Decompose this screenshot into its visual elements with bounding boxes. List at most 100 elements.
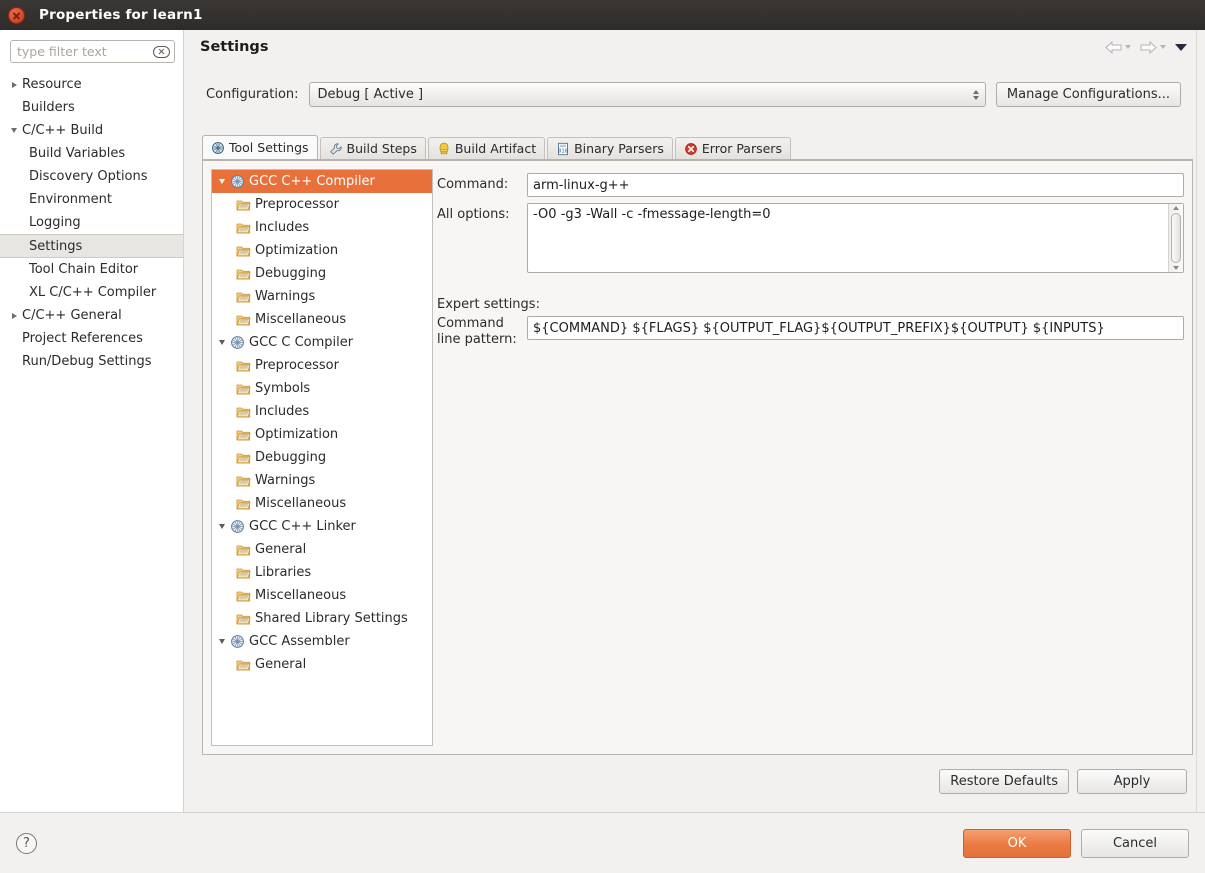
tool-tree-item-gcc-c-compiler[interactable]: GCC C++ Compiler bbox=[212, 170, 432, 193]
tool-tree-item-general[interactable]: General bbox=[212, 538, 432, 561]
chevron-right-icon[interactable] bbox=[6, 81, 22, 88]
settings-sidebar: type filter text Resource Builders C/C++ B… bbox=[0, 30, 184, 812]
tool-icon bbox=[231, 336, 244, 349]
option-icon bbox=[236, 430, 251, 441]
tool-tree-item-optimization[interactable]: Optimization bbox=[212, 239, 432, 262]
close-icon[interactable] bbox=[8, 6, 25, 24]
tool-tree-item-symbols[interactable]: Symbols bbox=[212, 377, 432, 400]
sidebar-item-label: Builders bbox=[22, 100, 75, 115]
tool-tree-item-miscellaneous[interactable]: Miscellaneous bbox=[212, 308, 432, 331]
chevron-right-icon[interactable] bbox=[6, 312, 22, 319]
all-options-label: All options: bbox=[437, 207, 510, 222]
chevron-down-icon bbox=[1160, 45, 1166, 49]
option-icon bbox=[236, 614, 251, 625]
scroll-up-icon[interactable] bbox=[1173, 206, 1179, 210]
command-pattern-label-line1: Command bbox=[437, 316, 504, 331]
tool-tree-item-gcc-c-compiler[interactable]: GCC C Compiler bbox=[212, 331, 432, 354]
tool-tree-item-label: GCC C++ Compiler bbox=[249, 174, 375, 189]
tool-tree-item-warnings[interactable]: Warnings bbox=[212, 469, 432, 492]
configuration-label: Configuration: bbox=[206, 87, 299, 102]
chevron-down-icon[interactable] bbox=[214, 340, 230, 345]
tool-tree-item-gcc-c-linker[interactable]: GCC C++ Linker bbox=[212, 515, 432, 538]
sidebar-item-c-c-build[interactable]: C/C++ Build bbox=[0, 119, 183, 142]
tool-tree-item-preprocessor[interactable]: Preprocessor bbox=[212, 354, 432, 377]
tab-label: Build Artifact bbox=[454, 141, 537, 156]
tool-tree-item-includes[interactable]: Includes bbox=[212, 400, 432, 423]
clear-icon[interactable] bbox=[153, 45, 170, 58]
forward-arrow-icon[interactable] bbox=[1140, 40, 1166, 54]
restore-defaults-button[interactable]: Restore Defaults bbox=[939, 769, 1069, 794]
scroll-down-icon[interactable] bbox=[1173, 266, 1179, 270]
tool-tree[interactable]: GCC C++ Compiler Preprocessor Includes Opti… bbox=[211, 169, 433, 746]
tool-tree-item-label: Symbols bbox=[255, 381, 311, 396]
command-input[interactable] bbox=[527, 173, 1184, 197]
sidebar-item-build-variables[interactable]: Build Variables bbox=[0, 142, 183, 165]
tool-tree-item-debugging[interactable]: Debugging bbox=[212, 446, 432, 469]
apply-button[interactable]: Apply bbox=[1077, 769, 1187, 794]
chevron-down-icon[interactable] bbox=[214, 179, 230, 184]
manage-configurations-button[interactable]: Manage Configurations... bbox=[995, 82, 1181, 107]
ok-button[interactable]: OK bbox=[963, 828, 1071, 858]
tool-tree-item-warnings[interactable]: Warnings bbox=[212, 285, 432, 308]
tool-tree-item-miscellaneous[interactable]: Miscellaneous bbox=[212, 492, 432, 515]
tool-tree-item-label: Optimization bbox=[255, 243, 339, 258]
page-scrollbar[interactable] bbox=[1196, 30, 1205, 812]
all-options-scrollbar[interactable] bbox=[1168, 204, 1183, 272]
tool-tree-item-preprocessor[interactable]: Preprocessor bbox=[212, 193, 432, 216]
tool-tree-item-miscellaneous[interactable]: Miscellaneous bbox=[212, 584, 432, 607]
tool-icon bbox=[231, 175, 244, 188]
tool-tree-item-label: Optimization bbox=[255, 427, 339, 442]
tool-tree-item-gcc-assembler[interactable]: GCC Assembler bbox=[212, 630, 432, 653]
tool-tree-item-shared-library-settings[interactable]: Shared Library Settings bbox=[212, 607, 432, 630]
view-menu-chevron-icon[interactable] bbox=[1175, 43, 1187, 51]
back-arrow-icon[interactable] bbox=[1105, 40, 1131, 54]
tool-tree-item-libraries[interactable]: Libraries bbox=[212, 561, 432, 584]
sidebar-item-label: Project References bbox=[22, 331, 143, 346]
command-pattern-label-line2: line pattern: bbox=[437, 332, 517, 348]
tool-settings-pane: GCC C++ Compiler Preprocessor Includes Opti… bbox=[202, 160, 1193, 755]
scrollbar-thumb[interactable] bbox=[1171, 213, 1181, 263]
tool-tree-item-debugging[interactable]: Debugging bbox=[212, 262, 432, 285]
tab-build-artifact[interactable]: Build Artifact bbox=[427, 137, 546, 159]
sidebar-item-label: Discovery Options bbox=[29, 169, 148, 184]
sidebar-item-resource[interactable]: Resource bbox=[0, 73, 183, 96]
all-options-textarea[interactable]: -O0 -g3 -Wall -c -fmessage-length=0 bbox=[528, 204, 1168, 272]
tool-tree-item-general[interactable]: General bbox=[212, 653, 432, 676]
tool-tree-item-label: GCC Assembler bbox=[249, 634, 350, 649]
option-icon bbox=[236, 269, 251, 280]
pane-action-buttons: Restore Defaults Apply bbox=[196, 769, 1187, 794]
cancel-button[interactable]: Cancel bbox=[1081, 828, 1189, 858]
tab-build-steps[interactable]: Build Steps bbox=[319, 137, 426, 159]
sidebar-item-tool-chain-editor[interactable]: Tool Chain Editor bbox=[0, 258, 183, 281]
tab-label: Build Steps bbox=[346, 141, 417, 156]
sidebar-item-logging[interactable]: Logging bbox=[0, 211, 183, 234]
binary-parser-icon: 010 bbox=[558, 142, 569, 155]
sidebar-item-c-c-general[interactable]: C/C++ General bbox=[0, 304, 183, 327]
sidebar-item-run-debug-settings[interactable]: Run/Debug Settings bbox=[0, 350, 183, 373]
sidebar-item-discovery-options[interactable]: Discovery Options bbox=[0, 165, 183, 188]
tab-error-parsers[interactable]: Error Parsers bbox=[674, 137, 791, 159]
option-icon bbox=[236, 200, 251, 211]
tab-label: Tool Settings bbox=[229, 140, 309, 155]
configuration-dropdown[interactable]: Debug [ Active ] bbox=[308, 82, 986, 107]
tool-tree-item-includes[interactable]: Includes bbox=[212, 216, 432, 239]
sidebar-item-xl-c-c-compiler[interactable]: XL C/C++ Compiler bbox=[0, 281, 183, 304]
filter-box[interactable]: type filter text bbox=[10, 40, 175, 63]
tab-label: Error Parsers bbox=[701, 141, 782, 156]
tool-tree-item-optimization[interactable]: Optimization bbox=[212, 423, 432, 446]
all-options-field[interactable]: -O0 -g3 -Wall -c -fmessage-length=0 bbox=[527, 203, 1184, 273]
chevron-down-icon[interactable] bbox=[6, 128, 22, 133]
tool-tree-item-label: Miscellaneous bbox=[255, 588, 347, 603]
chevron-down-icon[interactable] bbox=[214, 639, 230, 644]
sidebar-item-builders[interactable]: Builders bbox=[0, 96, 183, 119]
command-pattern-input[interactable] bbox=[527, 316, 1184, 340]
tab-tool-settings[interactable]: Tool Settings bbox=[202, 135, 318, 159]
tab-binary-parsers[interactable]: 010 Binary Parsers bbox=[547, 137, 673, 159]
help-icon[interactable]: ? bbox=[16, 832, 37, 854]
sidebar-item-environment[interactable]: Environment bbox=[0, 188, 183, 211]
sidebar-item-project-references[interactable]: Project References bbox=[0, 327, 183, 350]
sidebar-item-settings[interactable]: Settings bbox=[0, 234, 183, 258]
chevron-down-icon[interactable] bbox=[214, 524, 230, 529]
window-titlebar: Properties for learn1 bbox=[0, 0, 1205, 30]
sidebar-item-label: Settings bbox=[29, 238, 83, 254]
